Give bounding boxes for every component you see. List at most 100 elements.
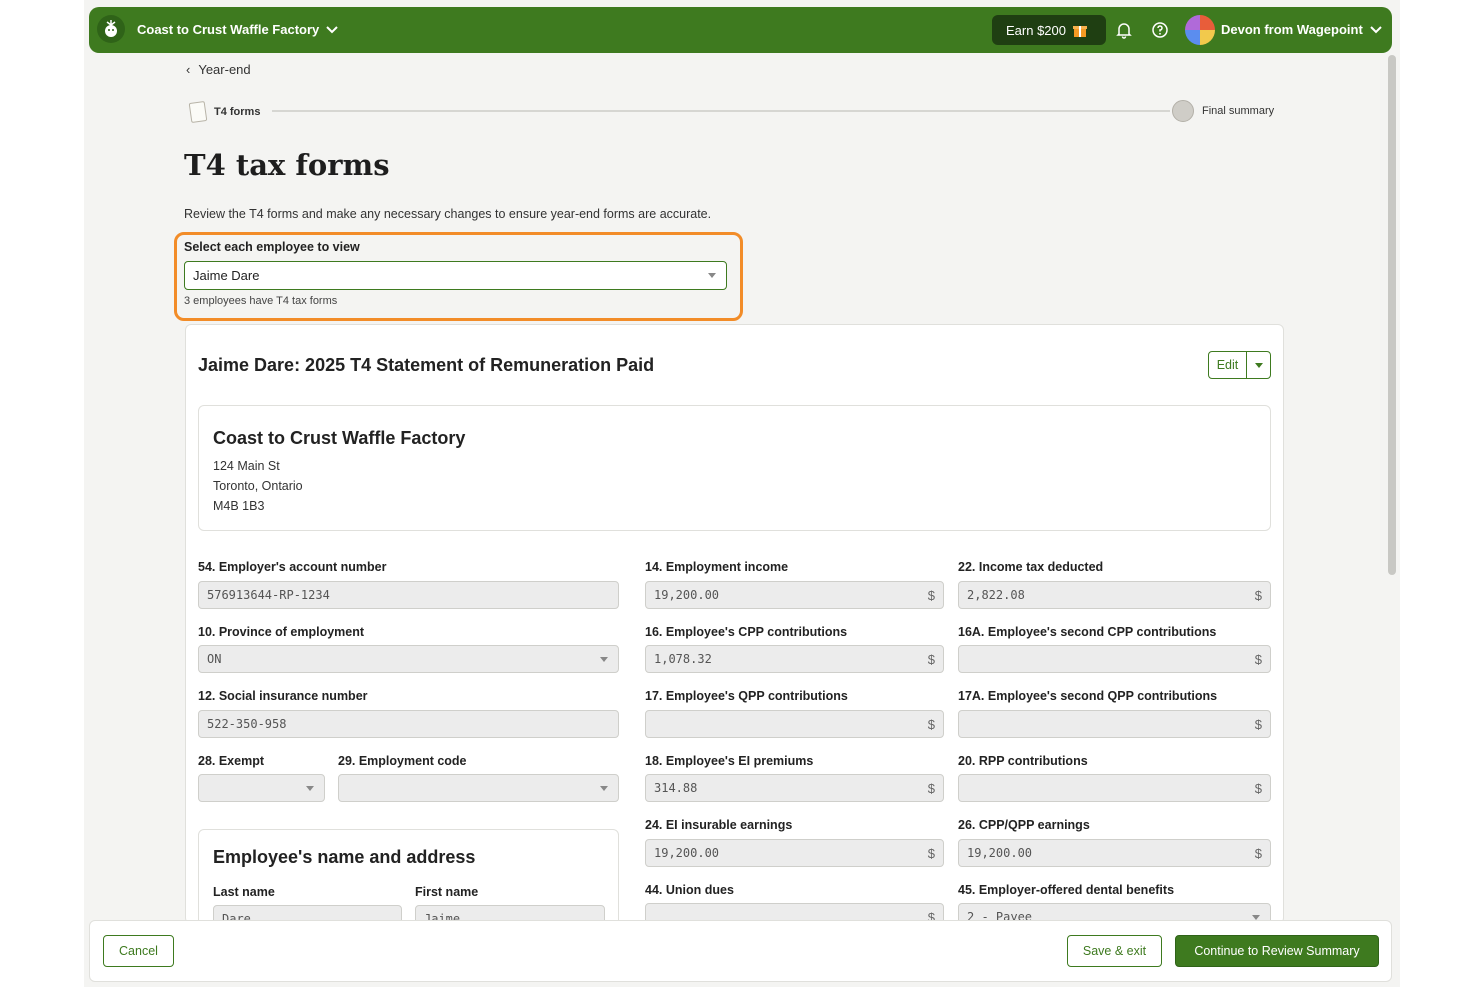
field-label: 10. Province of employment xyxy=(198,625,365,639)
currency-symbol: $ xyxy=(927,652,935,667)
field-value: 1,078.32 xyxy=(654,652,712,666)
ei-insurable-earnings-input[interactable]: 19,200.00 $ xyxy=(645,839,944,867)
edit-split-button[interactable]: Edit xyxy=(1208,351,1271,379)
document-icon xyxy=(188,100,208,124)
cpp-qpp-earnings-input[interactable]: 19,200.00 $ xyxy=(958,839,1271,867)
field-label: 44. Union dues xyxy=(645,883,734,897)
edit-dropdown-toggle[interactable] xyxy=(1247,352,1270,378)
dropdown-caret-icon xyxy=(708,273,716,278)
income-tax-deducted-input[interactable]: 2,822.08 $ xyxy=(958,581,1271,609)
field-label: 20. RPP contributions xyxy=(958,754,1088,768)
employee-select[interactable]: Jaime Dare xyxy=(184,261,727,290)
currency-symbol: $ xyxy=(927,846,935,861)
page-title: T4 tax forms xyxy=(184,148,390,182)
gift-icon xyxy=(1073,26,1087,37)
company-switcher[interactable]: Coast to Crust Waffle Factory xyxy=(137,22,339,37)
notifications-bell-icon[interactable] xyxy=(1115,21,1133,44)
user-menu[interactable]: Devon from Wagepoint xyxy=(1221,22,1383,37)
employer-account-number-input[interactable]: 576913644-RP-1234 xyxy=(198,581,619,609)
currency-symbol: $ xyxy=(1254,781,1262,796)
section-title: Employee's name and address xyxy=(213,847,476,867)
employment-income-input[interactable]: 19,200.00 $ xyxy=(645,581,944,609)
field-label: 17. Employee's QPP contributions xyxy=(645,689,848,703)
step-t4-forms[interactable]: T4 forms xyxy=(188,100,261,124)
stepper-line xyxy=(272,110,1170,112)
employer-info-box: Coast to Crust Waffle Factory 124 Main S… xyxy=(198,405,1271,531)
field-label: First name xyxy=(415,885,479,899)
chevron-down-icon xyxy=(1370,25,1382,33)
currency-symbol: $ xyxy=(927,717,935,732)
wagepoint-logo-icon[interactable] xyxy=(97,15,125,43)
vertical-scrollbar[interactable] xyxy=(1388,55,1396,575)
field-label: 12. Social insurance number xyxy=(198,689,368,703)
rpp-contributions-input[interactable]: $ xyxy=(958,774,1271,802)
employer-address-line: Toronto, Ontario xyxy=(213,479,303,493)
cancel-button[interactable]: Cancel xyxy=(103,935,174,967)
ei-premiums-input[interactable]: 314.88 $ xyxy=(645,774,944,802)
field-value: 522-350-958 xyxy=(207,717,287,731)
progress-stepper: T4 forms Final summary xyxy=(188,100,1280,124)
field-label: 16A. Employee's second CPP contributions xyxy=(958,625,1217,639)
field-label: 22. Income tax deducted xyxy=(958,560,1104,574)
employee-select-label: Select each employee to view xyxy=(184,240,360,254)
employee-select-value: Jaime Dare xyxy=(193,268,260,283)
field-value: 19,200.00 xyxy=(967,846,1033,860)
employee-count-help: 3 employees have T4 tax forms xyxy=(184,295,338,307)
caret-down-icon xyxy=(1254,362,1263,368)
step-final-summary[interactable]: Final summary xyxy=(1172,100,1274,122)
employer-name: Coast to Crust Waffle Factory xyxy=(213,428,466,448)
dropdown-caret-icon xyxy=(600,657,608,662)
employee-name-address-section: Employee's name and address Last name Da… xyxy=(198,829,619,933)
employer-address-line: 124 Main St xyxy=(213,459,280,473)
user-avatar[interactable] xyxy=(1185,15,1215,45)
page-intro: Review the T4 forms and make any necessa… xyxy=(184,207,712,221)
currency-symbol: $ xyxy=(1254,652,1262,667)
field-value: 2,822.08 xyxy=(967,588,1025,602)
company-name: Coast to Crust Waffle Factory xyxy=(137,22,320,37)
step-circle-icon xyxy=(1172,100,1194,122)
field-label: 14. Employment income xyxy=(645,560,789,574)
field-value: ON xyxy=(207,652,222,666)
earn-label: Earn $200 xyxy=(1006,22,1066,38)
chevron-left-icon: ‹ xyxy=(186,62,191,77)
currency-symbol: $ xyxy=(927,588,935,603)
top-navigation-bar: Coast to Crust Waffle Factory Earn $200 … xyxy=(89,7,1392,53)
field-label: 16. Employee's CPP contributions xyxy=(645,625,848,639)
field-label: 45. Employer-offered dental benefits xyxy=(958,883,1175,897)
statement-title: Jaime Dare: 2025 T4 Statement of Remuner… xyxy=(198,355,655,375)
employment-code-select[interactable] xyxy=(338,774,619,802)
back-link[interactable]: ‹ Year-end xyxy=(186,62,251,77)
back-link-label: Year-end xyxy=(198,62,251,77)
exempt-select[interactable] xyxy=(198,774,325,802)
help-icon[interactable] xyxy=(1151,21,1169,44)
chevron-down-icon xyxy=(326,25,338,33)
save-exit-button[interactable]: Save & exit xyxy=(1067,935,1162,967)
second-qpp-contributions-input[interactable]: $ xyxy=(958,710,1271,738)
field-value: 19,200.00 xyxy=(654,846,720,860)
currency-symbol: $ xyxy=(1254,846,1262,861)
field-label: 26. CPP/QPP earnings xyxy=(958,818,1090,832)
field-value: 314.88 xyxy=(654,781,698,795)
currency-symbol: $ xyxy=(1254,717,1262,732)
footer-action-bar: Cancel Save & exit Continue to Review Su… xyxy=(89,920,1392,982)
field-label: 17A. Employee's second QPP contributions xyxy=(958,689,1218,703)
second-cpp-contributions-input[interactable]: $ xyxy=(958,645,1271,673)
dropdown-caret-icon xyxy=(600,786,608,791)
step-label: T4 forms xyxy=(214,106,261,118)
field-value: 576913644-RP-1234 xyxy=(207,588,330,602)
province-select[interactable]: ON xyxy=(198,645,619,673)
sin-input[interactable]: 522-350-958 xyxy=(198,710,619,738)
field-label: 28. Exempt xyxy=(198,754,265,768)
field-label: 29. Employment code xyxy=(338,754,467,768)
cpp-contributions-input[interactable]: 1,078.32 $ xyxy=(645,645,944,673)
edit-button[interactable]: Edit xyxy=(1209,352,1247,378)
field-value: 19,200.00 xyxy=(654,588,720,602)
currency-symbol: $ xyxy=(927,781,935,796)
field-label: 18. Employee's EI premiums xyxy=(645,754,814,768)
step-label: Final summary xyxy=(1202,105,1275,117)
field-label: Last name xyxy=(213,885,275,899)
currency-symbol: $ xyxy=(1254,588,1262,603)
earn-referral-button[interactable]: Earn $200 xyxy=(992,15,1106,45)
qpp-contributions-input[interactable]: $ xyxy=(645,710,944,738)
continue-button[interactable]: Continue to Review Summary xyxy=(1175,935,1379,967)
